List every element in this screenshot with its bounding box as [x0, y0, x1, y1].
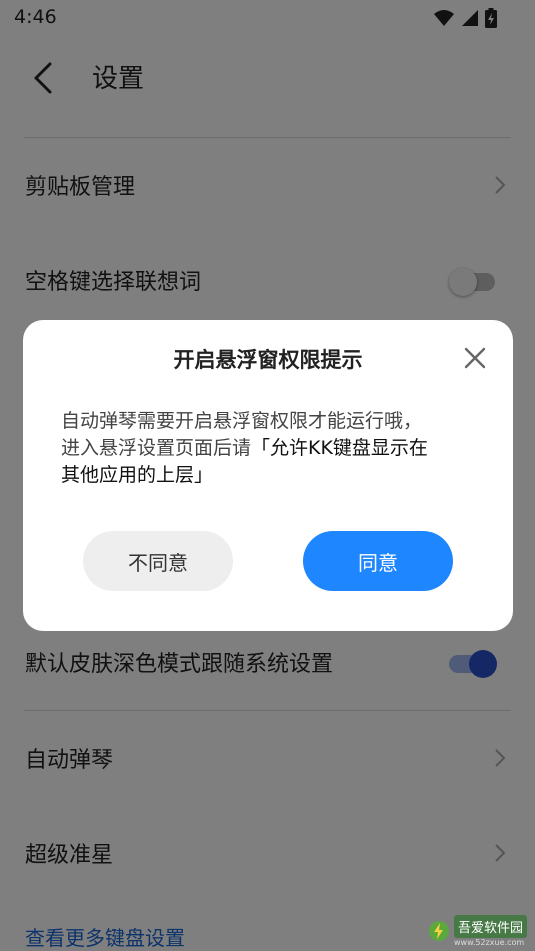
lightning-logo-icon [428, 921, 449, 941]
dialog-message: 自动弹琴需要开启悬浮窗权限才能运行哦， 进入悬浮设置页面后请「允许KK键盘显示在… [61, 408, 477, 489]
dialog-message-text: 进入悬浮设置页面后请 [61, 437, 252, 459]
close-icon [464, 347, 486, 369]
watermark-text: 吾爱软件园 [453, 915, 527, 938]
watermark-logo: 吾爱软件园 www.52zxue.com [428, 915, 527, 947]
dialog-title: 开启悬浮窗权限提示 [173, 348, 363, 372]
dialog-message-line: 自动弹琴需要开启悬浮窗权限才能运行哦， [61, 410, 423, 432]
agree-button[interactable]: 同意 [303, 531, 453, 591]
disagree-button[interactable]: 不同意 [83, 531, 233, 591]
dialog-message-highlight: 「允许KK键盘显示在 [251, 437, 428, 459]
dialog-message-highlight: 其他应用的上层」 [61, 464, 214, 486]
close-button[interactable] [463, 346, 487, 370]
dialog-message-line: 进入悬浮设置页面后请「允许KK键盘显示在 [61, 435, 477, 462]
floating-window-permission-dialog: 开启悬浮窗权限提示 自动弹琴需要开启悬浮窗权限才能运行哦， 进入悬浮设置页面后请… [23, 320, 513, 631]
watermark-url: www.52zxue.com [453, 938, 525, 947]
